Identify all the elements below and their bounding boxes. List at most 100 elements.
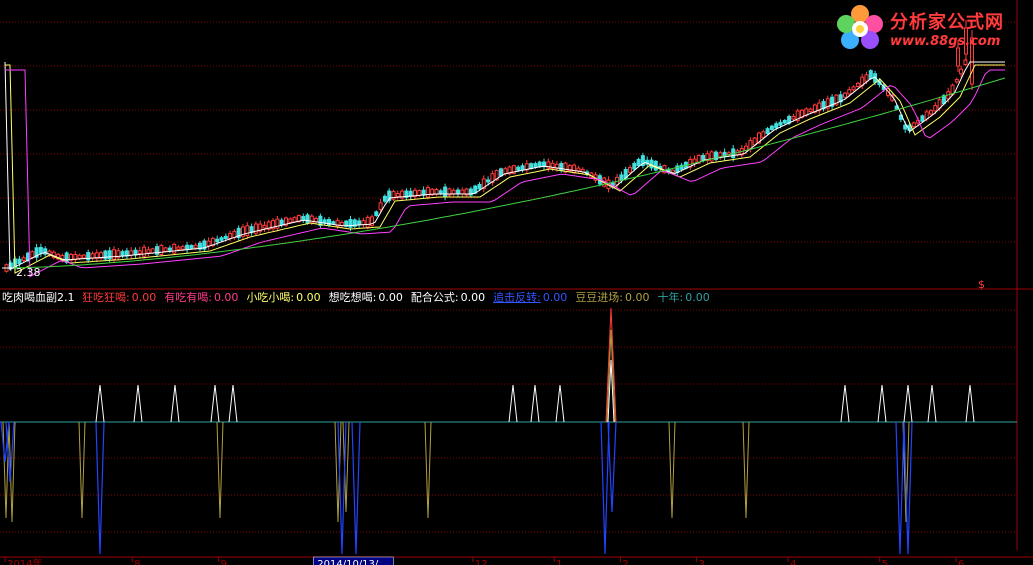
candle bbox=[576, 167, 581, 172]
candle bbox=[193, 244, 198, 249]
candle bbox=[223, 235, 228, 240]
date-label: 3 bbox=[699, 559, 705, 565]
watermark-title: 分析家公式网 bbox=[890, 12, 1004, 33]
candle bbox=[486, 179, 491, 183]
indicator-panel[interactable]: 2014年 8 9 2014/10/13/12 1 2 3 4 5 6 bbox=[0, 290, 1033, 565]
candle bbox=[572, 164, 577, 174]
candle bbox=[456, 189, 460, 195]
date-label: 2014年 bbox=[7, 557, 42, 565]
candle bbox=[701, 154, 706, 161]
sell-signal-spike bbox=[78, 421, 86, 519]
candle bbox=[382, 195, 387, 202]
buy-signal-spike bbox=[965, 384, 975, 423]
candle bbox=[180, 246, 185, 250]
reversal-signal-spike bbox=[95, 421, 105, 555]
candle bbox=[963, 59, 968, 66]
candle bbox=[460, 189, 465, 195]
candle bbox=[765, 128, 770, 135]
buy-signal-spike bbox=[95, 384, 105, 423]
candle bbox=[219, 237, 224, 241]
candle bbox=[954, 79, 959, 83]
candle bbox=[245, 225, 250, 237]
candle bbox=[146, 249, 151, 254]
candle bbox=[176, 246, 181, 251]
low-price-marker: 2.38 bbox=[2, 266, 41, 279]
buy-signal-spike bbox=[210, 384, 220, 423]
candle bbox=[443, 186, 448, 198]
candle bbox=[778, 121, 783, 126]
candle bbox=[137, 250, 142, 255]
candle bbox=[167, 247, 172, 251]
candle bbox=[920, 115, 925, 122]
candle bbox=[81, 254, 86, 259]
candle bbox=[959, 68, 964, 75]
buy-signal-spike bbox=[508, 384, 518, 423]
candle bbox=[425, 187, 430, 198]
candle bbox=[38, 247, 43, 254]
candle bbox=[120, 251, 125, 257]
candle bbox=[671, 169, 675, 173]
candle bbox=[262, 224, 267, 229]
candle bbox=[529, 163, 534, 169]
candle bbox=[499, 168, 503, 177]
candle bbox=[129, 250, 134, 256]
candle bbox=[305, 214, 310, 224]
candle bbox=[374, 211, 379, 217]
candle bbox=[288, 218, 293, 223]
ma-short-line bbox=[4, 61, 1005, 271]
candle bbox=[206, 240, 211, 247]
sell-signal-spike bbox=[668, 421, 676, 519]
candle bbox=[619, 174, 624, 181]
candle bbox=[163, 247, 168, 252]
candle bbox=[309, 215, 314, 224]
reversal-signal-spike bbox=[607, 421, 617, 513]
candle bbox=[847, 89, 852, 95]
candle bbox=[559, 162, 564, 171]
candle bbox=[30, 251, 35, 259]
candle bbox=[791, 115, 796, 120]
reversal-signal-spike bbox=[351, 421, 361, 555]
date-label: 2014/10/13/ bbox=[317, 559, 379, 565]
sell-signal-spike bbox=[424, 421, 432, 519]
candle bbox=[782, 120, 787, 124]
candle bbox=[868, 70, 873, 79]
candle bbox=[103, 250, 108, 260]
sell-signal-spike bbox=[742, 421, 750, 519]
candle bbox=[929, 110, 933, 115]
buy-signal-spike bbox=[555, 384, 565, 423]
candle bbox=[159, 245, 164, 255]
buy-signal-spike bbox=[530, 384, 540, 423]
candle bbox=[649, 159, 654, 169]
candle bbox=[150, 248, 155, 254]
date-label: 4 bbox=[790, 559, 796, 565]
candle bbox=[808, 108, 813, 113]
buy-signal-spike bbox=[170, 384, 180, 423]
watermark-url: www.88gs.com bbox=[890, 34, 1001, 49]
candle bbox=[851, 86, 856, 91]
candle bbox=[761, 131, 766, 138]
date-label: 5 bbox=[882, 559, 888, 565]
low-price-label: 2.38 bbox=[16, 266, 41, 279]
buy-signal-spike bbox=[877, 384, 887, 423]
candle bbox=[653, 160, 658, 171]
candle bbox=[636, 158, 641, 167]
candle bbox=[17, 258, 22, 265]
date-label: 12 bbox=[475, 559, 488, 565]
candle bbox=[331, 221, 336, 225]
candle bbox=[843, 92, 847, 98]
dollar-marker: $ bbox=[978, 278, 985, 290]
buy-signal-spike bbox=[927, 384, 937, 423]
candle bbox=[142, 246, 147, 257]
candle bbox=[189, 244, 194, 250]
candle bbox=[215, 238, 220, 243]
candle bbox=[520, 165, 525, 171]
buy-signal-spike bbox=[133, 384, 143, 423]
candle bbox=[292, 216, 297, 223]
candle bbox=[279, 219, 284, 226]
sell-signal-spike bbox=[216, 421, 224, 519]
candle bbox=[378, 202, 383, 211]
candle bbox=[395, 192, 400, 198]
candle bbox=[516, 166, 521, 171]
stock-chart[interactable]: 2.38 $ 分析家公式网 www.88gs.com 吃肉喝血副2.1 狂吃狂喝:… bbox=[0, 0, 1033, 565]
candle bbox=[361, 220, 366, 225]
